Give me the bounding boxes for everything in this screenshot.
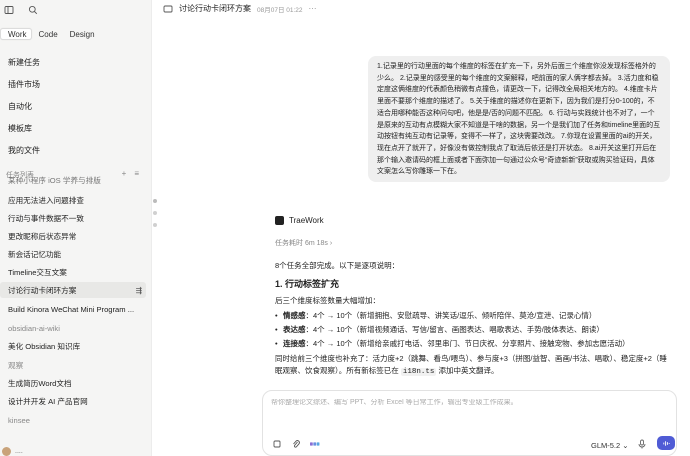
ai-sub: 后三个维度标签数量大幅增加： bbox=[275, 296, 380, 305]
waveform-icon bbox=[662, 440, 670, 446]
task-item[interactable]: 行动与事件数据不一致 bbox=[0, 210, 146, 226]
user-name: .... bbox=[15, 447, 23, 455]
ai-heading: 1. 行动标签扩充 bbox=[275, 279, 340, 289]
task-item-active[interactable]: 讨论行动卡闭环方案 ⇶ bbox=[0, 282, 146, 298]
tab-design[interactable]: Design bbox=[65, 28, 100, 40]
group-label[interactable]: obsidian-ai-wiki bbox=[8, 324, 60, 333]
mode-tabs: Work Code Design bbox=[0, 27, 100, 40]
user-message: 1.记录里的行动里面的每个维度的标签在扩充一下，另外后面三个维度你没发现标签格外… bbox=[368, 56, 670, 182]
more-icon[interactable]: ··· bbox=[309, 4, 317, 13]
task-item[interactable]: Timeline交互文案 bbox=[0, 264, 146, 280]
group-label[interactable]: 观察 bbox=[8, 360, 23, 371]
sidebar-toolbar bbox=[4, 4, 38, 16]
attach-icon[interactable] bbox=[272, 439, 282, 449]
composer: GLM-5.2 ⌄ bbox=[262, 390, 677, 456]
ai-response: 8个任务全部完成。以下是逐项说明： 1. 行动标签扩充 后三个维度标签数量大幅增… bbox=[275, 260, 670, 381]
chat-header: 讨论行动卡闭环方案 08月07日 01:22 ··· bbox=[153, 0, 690, 17]
task-item[interactable]: 设计并开发 AI 产品官网 bbox=[0, 393, 146, 409]
task-item[interactable]: 新会话记忆功能 bbox=[0, 246, 146, 262]
task-item[interactable]: 应用无法进入问题排查 bbox=[0, 192, 146, 208]
list-item: 连接感：4个 → 10个（新增给亲戚打电话、邻里串门、节日庆祝、分享照片、接触宠… bbox=[275, 338, 670, 350]
message-input[interactable] bbox=[271, 399, 666, 406]
paperclip-icon[interactable] bbox=[291, 439, 301, 449]
ai-name: TraeWork bbox=[289, 216, 324, 225]
scroll-indicator bbox=[153, 223, 157, 227]
nav-my-files[interactable]: 我的文件 bbox=[0, 144, 150, 156]
microphone-icon[interactable] bbox=[637, 439, 647, 449]
page-title: 讨论行动卡闭环方案 bbox=[179, 4, 251, 13]
task-duration[interactable]: 任务耗时 6m 18s › bbox=[275, 238, 332, 248]
plugins-icon[interactable] bbox=[310, 439, 320, 449]
search-icon[interactable] bbox=[28, 5, 38, 15]
model-selector[interactable]: GLM-5.2 ⌄ bbox=[591, 441, 629, 450]
chat-icon bbox=[163, 4, 173, 14]
ai-header: TraeWork bbox=[275, 216, 324, 225]
ai-bullets: 情感感：4个 → 10个（新增拥抱、安慰疏导、讲笑话/逗乐、倾听陪伴、莫沧/宣泄… bbox=[275, 310, 670, 350]
send-button[interactable] bbox=[657, 436, 675, 450]
task-item[interactable]: 美化 Obsidian 知识库 bbox=[0, 338, 146, 354]
task-item[interactable]: Build Kinora WeChat Mini Program ... bbox=[0, 301, 146, 317]
sidebar-toggle-icon[interactable] bbox=[4, 5, 14, 15]
list-item: 表达感：4个 → 10个（新增视频通话、写信/留言、画图表达、唱歌表达、手势/肢… bbox=[275, 324, 670, 336]
avatar bbox=[2, 446, 11, 456]
chevron-right-icon: › bbox=[329, 240, 333, 247]
nav-new-task[interactable]: 新建任务 bbox=[0, 56, 150, 68]
composer-tools bbox=[272, 439, 320, 449]
task-menu-icon[interactable]: ⇶ bbox=[136, 286, 142, 295]
trae-logo-icon bbox=[275, 216, 284, 225]
nav-list: 新建任务 插件市场 自动化 模板库 我的文件 bbox=[0, 56, 150, 156]
nav-template[interactable]: 模板库 bbox=[0, 122, 150, 134]
task-item[interactable]: 更改昵称后状态异常 bbox=[0, 228, 146, 244]
ai-tail: 同时给前三个维度也补充了：活力度+2（跳舞、看鸟/喂鸟）、参与度+3（拼图/益智… bbox=[275, 354, 667, 376]
scroll-indicator bbox=[153, 211, 157, 215]
list-item: 情感感：4个 → 10个（新增拥抱、安慰疏导、讲笑话/逗乐、倾听陪伴、莫沧/宣泄… bbox=[275, 310, 670, 322]
timestamp: 08月07日 01:22 bbox=[257, 6, 303, 14]
group-label[interactable]: kinsee bbox=[8, 416, 30, 425]
list-item-partial[interactable]: 某种小程序 iOS 学养与排版 bbox=[0, 175, 146, 185]
nav-automation[interactable]: 自动化 bbox=[0, 100, 150, 112]
user-row[interactable]: .... bbox=[0, 446, 150, 456]
tab-code[interactable]: Code bbox=[34, 28, 63, 40]
nav-plugin-market[interactable]: 插件市场 bbox=[0, 78, 150, 90]
ai-intro: 8个任务全部完成。以下是逐项说明： bbox=[275, 261, 400, 270]
scroll-indicator bbox=[153, 199, 157, 203]
tab-work[interactable]: Work bbox=[0, 27, 32, 40]
task-item[interactable]: 生成简历Word文档 bbox=[0, 375, 146, 391]
sidebar: Work Code Design 新建任务 插件市场 自动化 模板库 我的文件 … bbox=[0, 0, 152, 456]
